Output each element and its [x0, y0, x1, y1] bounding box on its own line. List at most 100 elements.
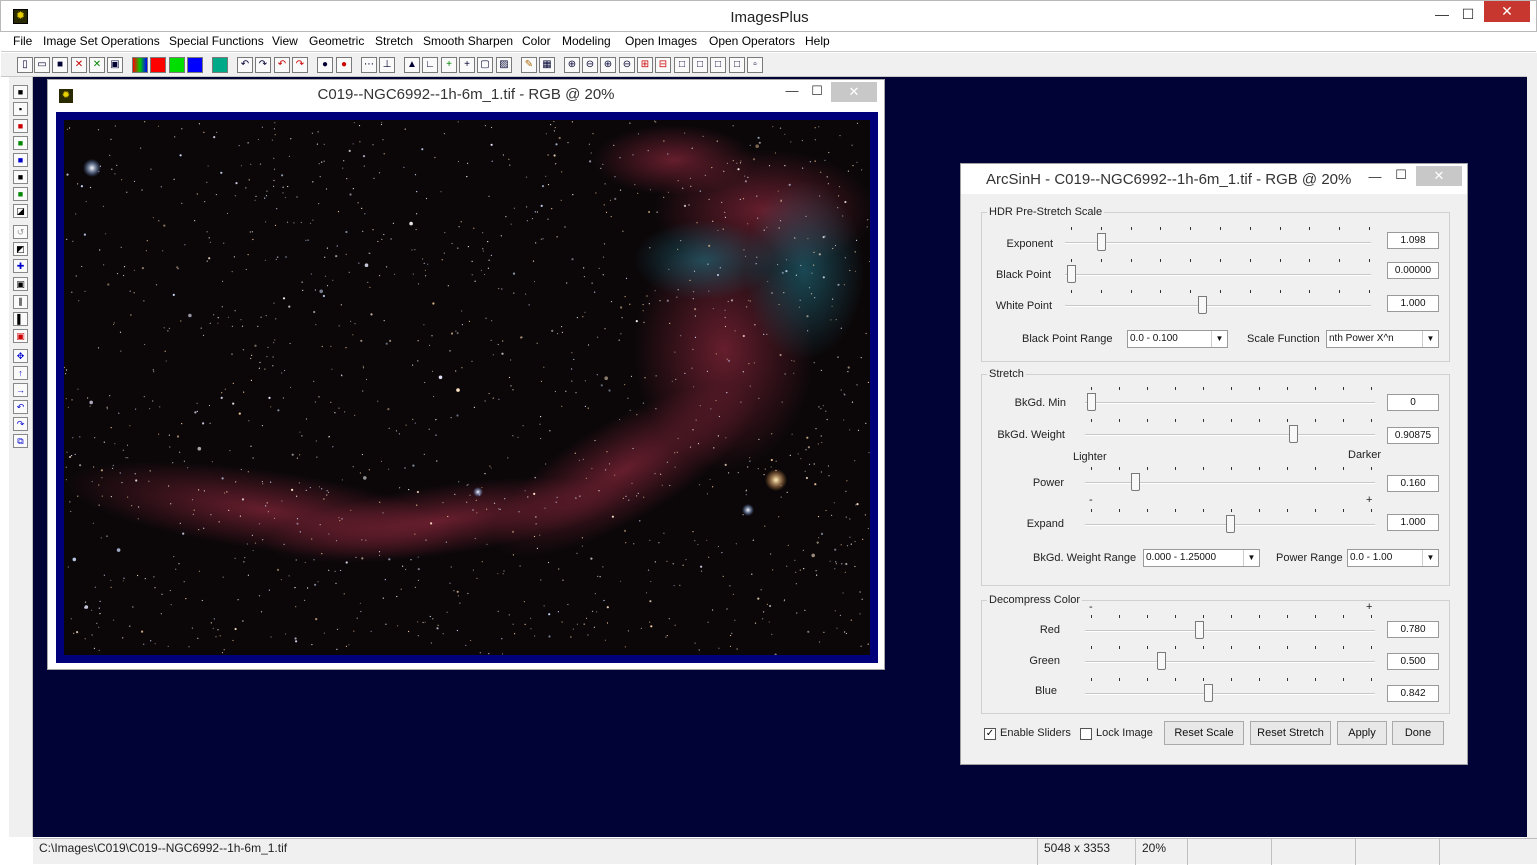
- target-icon[interactable]: +: [459, 57, 475, 73]
- green-channel-icon[interactable]: ■: [13, 187, 28, 201]
- menu-modeling[interactable]: Modeling: [562, 34, 611, 48]
- image-maximize-button[interactable]: ☐: [806, 83, 828, 99]
- menu-image-set-operations[interactable]: Image Set Operations: [43, 34, 160, 48]
- rotate-down-icon[interactable]: ↷: [13, 417, 28, 431]
- black-channel-icon[interactable]: ■: [13, 170, 28, 184]
- blue-square-icon[interactable]: ■: [13, 153, 28, 167]
- green-channel-icon[interactable]: [169, 57, 185, 73]
- columns-icon[interactable]: ⫼: [13, 295, 28, 309]
- exponent-slider-thumb[interactable]: [1097, 233, 1106, 251]
- dialog-minimize-button[interactable]: —: [1365, 169, 1385, 184]
- green-slider-thumb[interactable]: [1157, 652, 1166, 670]
- table-icon[interactable]: ▦: [539, 57, 555, 73]
- dotted-line-icon[interactable]: ⋯: [361, 57, 377, 73]
- red-value[interactable]: 0.780: [1387, 621, 1439, 638]
- dialog-maximize-button[interactable]: ☐: [1391, 167, 1411, 183]
- grid-icon[interactable]: [212, 57, 228, 73]
- red-square-icon[interactable]: ■: [13, 119, 28, 133]
- exponent-slider-track[interactable]: [1065, 242, 1371, 244]
- menu-stretch[interactable]: Stretch: [375, 34, 413, 48]
- crosshair-icon[interactable]: ✚: [13, 259, 28, 273]
- zoom-fit-icon[interactable]: ⊕: [600, 57, 616, 73]
- arrow-up-icon[interactable]: ↑: [13, 366, 28, 380]
- black-point-range-select[interactable]: 0.0 - 0.100 ▼: [1127, 330, 1228, 348]
- undo-icon[interactable]: ↶: [237, 57, 253, 73]
- half-fill-icon[interactable]: ▌: [13, 312, 28, 326]
- power-value[interactable]: 0.160: [1387, 475, 1439, 492]
- menu-view[interactable]: View: [272, 34, 298, 48]
- expand-slider-thumb[interactable]: [1226, 515, 1235, 533]
- bkgd-weight-slider-thumb[interactable]: [1289, 425, 1298, 443]
- blue-slider-thumb[interactable]: [1204, 684, 1213, 702]
- enable-sliders-checkbox[interactable]: ✓: [984, 728, 996, 740]
- expand-value[interactable]: 1.000: [1387, 514, 1439, 531]
- rotate-icon[interactable]: ↺: [13, 225, 28, 239]
- save-icon[interactable]: ■: [52, 57, 68, 73]
- zoom-out-icon[interactable]: ⊖: [582, 57, 598, 73]
- remove-frame-icon[interactable]: ⊟: [655, 57, 671, 73]
- select-icon[interactable]: ▢: [477, 57, 493, 73]
- close-image-icon[interactable]: ✕: [71, 57, 87, 73]
- menu-color[interactable]: Color: [522, 34, 551, 48]
- arrow-right-icon[interactable]: →: [13, 383, 28, 397]
- bkgd-weight-value[interactable]: 0.90875: [1387, 427, 1439, 444]
- white-point-slider-track[interactable]: [1065, 305, 1371, 307]
- image-close-button[interactable]: ✕: [831, 82, 877, 102]
- vertical-scrollbar[interactable]: [1527, 53, 1537, 840]
- add-frame-icon[interactable]: ⊞: [637, 57, 653, 73]
- nebula-image[interactable]: [64, 120, 870, 655]
- arcsinh-dialog[interactable]: ArcSinH - C019--NGC6992--1h-6m_1.tif - R…: [960, 163, 1468, 765]
- power-slider-track[interactable]: [1085, 482, 1375, 484]
- black-point-slider-track[interactable]: [1065, 274, 1371, 276]
- reset-stretch-button[interactable]: Reset Stretch: [1250, 721, 1331, 745]
- zoom-in-icon[interactable]: ⊕: [564, 57, 580, 73]
- crosshair-icon[interactable]: +: [441, 57, 457, 73]
- red-slider-thumb[interactable]: [1195, 621, 1204, 639]
- red-slider-track[interactable]: [1085, 630, 1375, 632]
- window-restore-icon[interactable]: ▫: [747, 57, 763, 73]
- zoom-select-icon[interactable]: ▣: [13, 329, 28, 343]
- copy-icon[interactable]: ▣: [107, 57, 123, 73]
- menu-smooth-sharpen[interactable]: Smooth Sharpen: [423, 34, 513, 48]
- rgb-channels-icon[interactable]: [132, 57, 148, 73]
- move-icon[interactable]: ✥: [13, 349, 28, 363]
- white-point-value[interactable]: 1.000: [1387, 295, 1439, 312]
- menu-special-functions[interactable]: Special Functions: [169, 34, 264, 48]
- undo-all-icon[interactable]: ↶: [274, 57, 290, 73]
- blue-value[interactable]: 0.842: [1387, 685, 1439, 702]
- black-square-icon[interactable]: ▪: [13, 102, 28, 116]
- exponent-value[interactable]: 1.098: [1387, 232, 1439, 249]
- save-icon[interactable]: ■: [13, 85, 28, 99]
- black-point-slider-thumb[interactable]: [1067, 265, 1076, 283]
- picture-icon[interactable]: ▨: [496, 57, 512, 73]
- redo-icon[interactable]: ↷: [255, 57, 271, 73]
- mask-icon[interactable]: ●: [317, 57, 333, 73]
- rotate-left-icon[interactable]: ↶: [13, 400, 28, 414]
- apply-button[interactable]: Apply: [1337, 721, 1387, 745]
- menu-open-images[interactable]: Open Images: [625, 34, 697, 48]
- blue-slider-track[interactable]: [1085, 693, 1375, 695]
- green-value[interactable]: 0.500: [1387, 653, 1439, 670]
- reset-scale-button[interactable]: Reset Scale: [1164, 721, 1244, 745]
- menu-open-operators[interactable]: Open Operators: [709, 34, 795, 48]
- pencil-icon[interactable]: ✎: [521, 57, 537, 73]
- window-tile-icon[interactable]: □: [674, 57, 690, 73]
- mask-invert-icon[interactable]: ●: [336, 57, 352, 73]
- menu-help[interactable]: Help: [805, 34, 830, 48]
- window-cascade-icon[interactable]: □: [692, 57, 708, 73]
- power-slider-thumb[interactable]: [1131, 473, 1140, 491]
- image-window[interactable]: ✹ C019--NGC6992--1h-6m_1.tif - RGB @ 20%…: [47, 79, 885, 670]
- curve-icon[interactable]: ∟: [422, 57, 438, 73]
- window-minimize-all-icon[interactable]: □: [729, 57, 745, 73]
- window-arrange-icon[interactable]: □: [710, 57, 726, 73]
- copy-icon[interactable]: ⧉: [13, 434, 28, 448]
- menu-file[interactable]: File: [13, 34, 32, 48]
- redo-all-icon[interactable]: ↷: [292, 57, 308, 73]
- green-slider-track[interactable]: [1085, 661, 1375, 663]
- open-folder-icon[interactable]: ▭: [34, 57, 50, 73]
- green-square-icon[interactable]: ■: [13, 136, 28, 150]
- dialog-close-button[interactable]: ✕: [1416, 166, 1462, 186]
- marker-icon[interactable]: ⊥: [379, 57, 395, 73]
- done-button[interactable]: Done: [1392, 721, 1444, 745]
- bkgd-weight-slider-track[interactable]: [1085, 434, 1375, 436]
